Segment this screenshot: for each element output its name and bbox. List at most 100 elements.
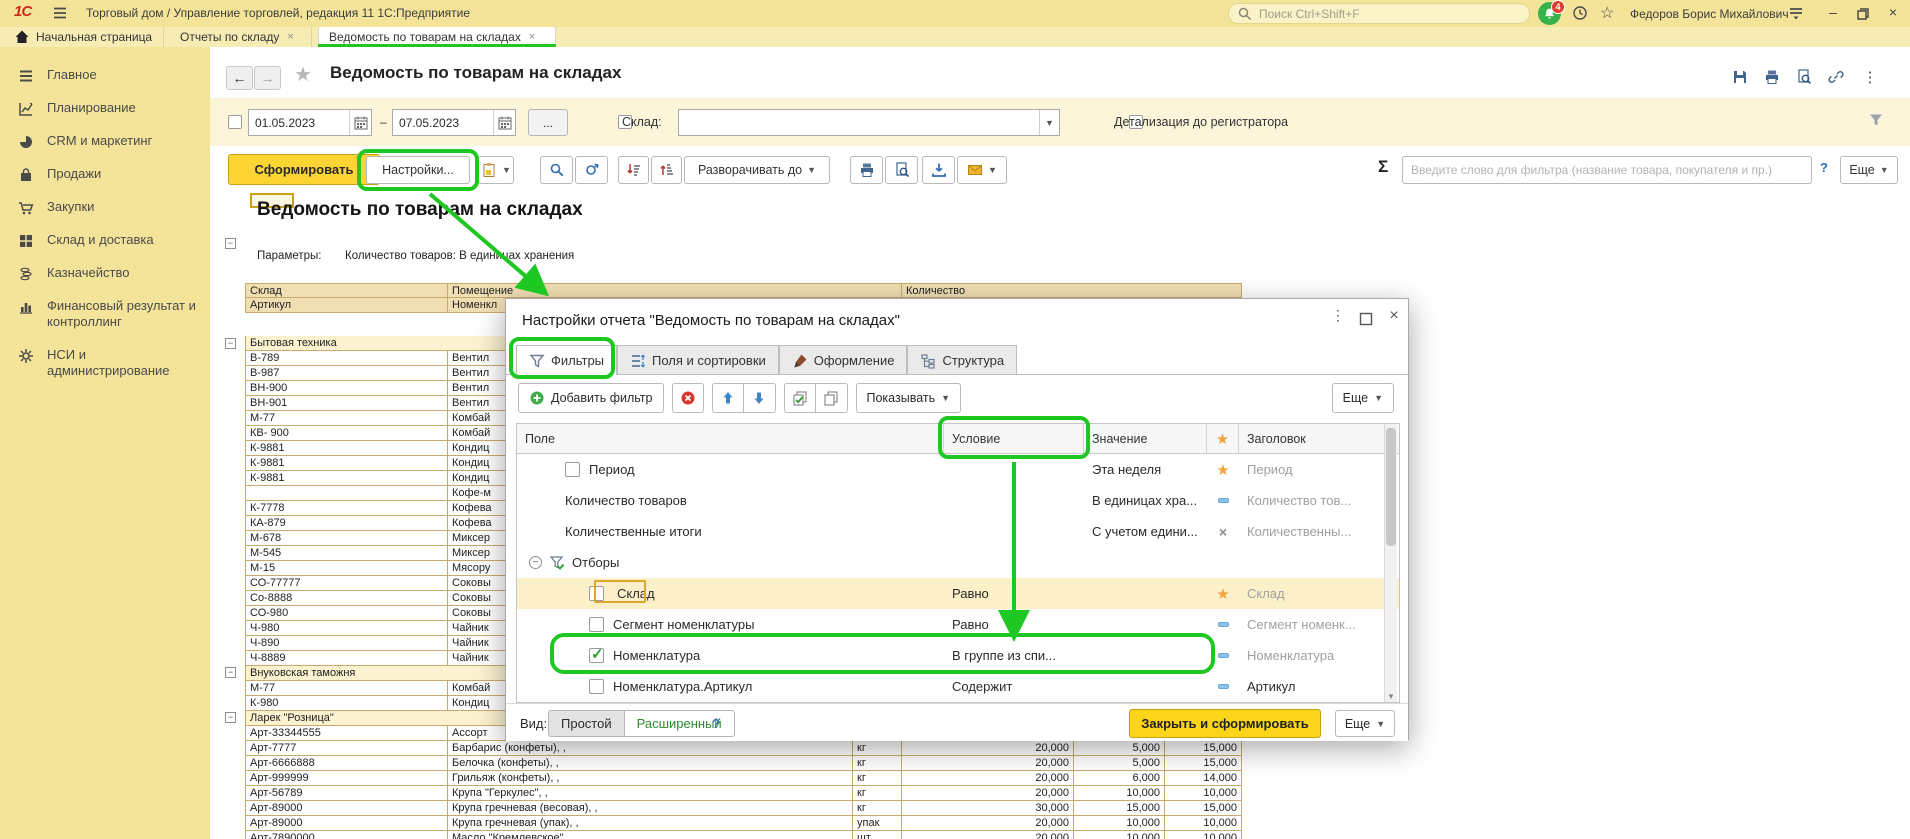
report-cell-artikul[interactable]: К-980 [245,696,448,711]
report-cell-nomenklatura[interactable]: Крупа "Геркулес", , [448,786,853,801]
report-cell-artikul[interactable]: СО-980 [245,606,448,621]
report-cell-qty[interactable]: 10,000 [1074,831,1165,839]
report-cell-artikul[interactable]: СО-77777 [245,576,448,591]
sidebar-item-1[interactable]: Главное [0,59,210,92]
expand-groups-button[interactable] [651,156,682,184]
report-cell-artikul[interactable]: М-77 [245,411,448,426]
filter-checkbox[interactable] [565,462,580,477]
report-cell-artikul[interactable]: Ч-8889 [245,651,448,666]
report-cell-nomenklatura[interactable]: Грильяж (конфеты), , [448,771,853,786]
report-cell-nomenklatura[interactable]: Барбарис (конфеты), , [448,741,853,756]
report-cell-artikul[interactable] [245,486,448,501]
group-collapse-toggle[interactable]: − [225,712,236,723]
report-cell-qty[interactable]: 15,000 [1165,741,1242,756]
add-filter-button[interactable]: Добавить фильтр [518,383,664,413]
filter-row-Номенклатура.Артикул[interactable]: Номенклатура.АртикулСодержитАртикул [517,671,1399,702]
report-cell-artikul[interactable]: Арт-6666888 [245,756,448,771]
dialog-toolbar-more-button[interactable]: Еще ▼ [1332,383,1394,413]
filter-row-Период[interactable]: ПериодЭта неделя★Период [517,454,1399,485]
report-cell-artikul[interactable]: К-9881 [245,471,448,486]
dialog-tab-4[interactable]: Структура [907,345,1017,375]
filters-scrollbar[interactable]: ▼ [1384,424,1397,702]
filter-checkbox[interactable] [589,648,604,663]
main-menu-icon[interactable] [52,5,68,21]
dialog-close-icon[interactable]: × [1382,307,1406,327]
move-up-button[interactable] [712,383,744,413]
report-cell-artikul[interactable]: К-9881 [245,441,448,456]
filter-row-Склад[interactable]: СкладРавно★Склад [517,578,1399,609]
column-header-pomeshenie[interactable]: Помещение [448,283,902,298]
report-cell-artikul[interactable]: ВН-901 [245,396,448,411]
filter-title[interactable]: Склад [1239,578,1383,609]
sidebar-item-5[interactable]: Закупки [0,191,210,224]
report-cell-qty[interactable]: 15,000 [1165,756,1242,771]
more-button[interactable]: Еще ▼ [1840,156,1898,184]
find-button[interactable] [540,156,573,184]
settings-button[interactable]: Настройки... [366,156,470,184]
scrollbar-down-arrow[interactable]: ▼ [1387,692,1395,701]
filter-row-Количественные итоги[interactable]: Количественные итогиС учетом едини...×Ко… [517,516,1399,547]
dialog-footer-more-button[interactable]: Еще ▼ [1335,710,1395,737]
report-cell-qty[interactable]: 5,000 [1074,756,1165,771]
report-cell-artikul[interactable]: КВ- 900 [245,426,448,441]
sidebar-item-4[interactable]: Продажи [0,158,210,191]
report-cell-artikul[interactable]: К-7778 [245,501,448,516]
report-cell-artikul[interactable]: Арт-56789 [245,786,448,801]
column-header-sklad[interactable]: Склад [245,283,448,298]
filter-condition[interactable] [944,485,1084,516]
report-cell-unit[interactable]: кг [853,801,902,816]
filter-title[interactable]: Номенклатура [1239,640,1383,671]
column-header-uslovie[interactable]: Условие [944,424,1084,453]
report-cell-qty[interactable]: 5,000 [1074,741,1165,756]
back-button[interactable]: ← [226,66,253,90]
view-simple-button[interactable]: Простой [548,710,625,737]
filter-value[interactable] [1084,640,1207,671]
period-checkbox[interactable] [228,115,242,129]
filter-condition[interactable]: Равно [944,578,1084,609]
filter-value[interactable]: С учетом едини... [1084,516,1207,547]
report-cell-artikul[interactable]: Арт-7890000 [245,831,448,839]
report-cell-artikul[interactable]: М-678 [245,531,448,546]
dialog-help-link[interactable]: ? [712,716,720,731]
dialog-tab-2[interactable]: Поля и сортировки [617,345,779,375]
send-email-button[interactable]: ▼ [957,156,1007,184]
report-cell-unit[interactable]: кг [853,741,902,756]
filter-value[interactable]: В единицах хра... [1084,485,1207,516]
filter-checkbox[interactable] [589,617,604,632]
sidebar-item-2[interactable]: Планирование [0,92,210,125]
filter-condition[interactable] [944,454,1084,485]
window-tab-2[interactable]: Отчеты по складу× [170,27,312,47]
unselect-all-button[interactable] [816,383,848,413]
star-favorite-icon[interactable]: ★ [294,62,312,87]
report-cell-qty[interactable]: 20,000 [902,816,1074,831]
report-cell-qty[interactable]: 20,000 [902,756,1074,771]
collapse-groups-button[interactable] [618,156,649,184]
report-cell-unit[interactable]: кг [853,786,902,801]
minimize-button[interactable]: – [1822,4,1844,20]
move-down-button[interactable] [744,383,776,413]
group-collapse-toggle[interactable]: − [225,667,236,678]
filter-row-Сегмент номенклатуры[interactable]: Сегмент номенклатурыРавноСегмент номенк.… [517,609,1399,640]
sidebar-item-6[interactable]: Склад и доставка [0,224,210,257]
report-cell-qty[interactable]: 15,000 [1165,801,1242,816]
column-header-znachenie[interactable]: Значение [1084,424,1207,453]
preview-button[interactable] [885,156,918,184]
filter-value[interactable]: Эта неделя [1084,454,1207,485]
filter-title[interactable]: Количественны... [1239,516,1383,547]
service-menu-icon[interactable] [1788,5,1804,21]
help-link[interactable]: ? [1820,160,1828,175]
column-header-zagolovok[interactable]: Заголовок [1239,424,1383,453]
report-cell-artikul[interactable]: КА-879 [245,516,448,531]
report-cell-qty[interactable]: 30,000 [902,801,1074,816]
report-cell-artikul[interactable]: Арт-89000 [245,816,448,831]
filter-condition[interactable]: В группе из спи... [944,640,1084,671]
report-cell-qty[interactable]: 20,000 [902,771,1074,786]
dialog-tab-1[interactable]: Фильтры [516,345,617,375]
print-button[interactable] [850,156,883,184]
report-cell-qty[interactable]: 10,000 [1074,816,1165,831]
generate-button[interactable]: Сформировать [228,154,380,185]
report-cell-qty[interactable]: 20,000 [902,741,1074,756]
report-cell-qty[interactable]: 15,000 [1074,801,1165,816]
notifications-button[interactable]: 4 [1538,2,1562,26]
scrollbar-thumb[interactable] [1386,428,1396,546]
